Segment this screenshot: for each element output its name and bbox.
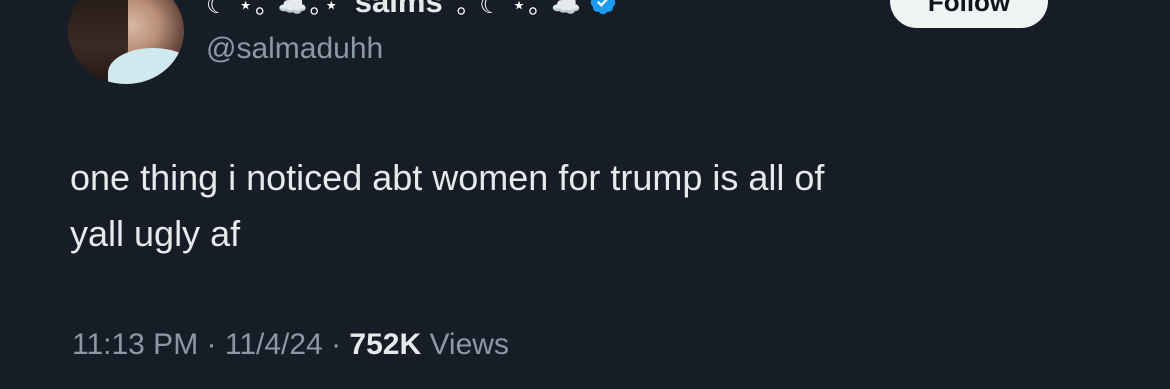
- tweet-text-line: one thing i noticed abt women for trump …: [70, 157, 825, 198]
- views-count[interactable]: 752K: [349, 328, 421, 361]
- user-handle[interactable]: @salmaduhh: [206, 32, 383, 66]
- tweet-date[interactable]: 11/4/24: [225, 328, 323, 361]
- avatar[interactable]: [68, 0, 184, 84]
- views-label: Views: [421, 328, 509, 361]
- name-decoration-left: ☾ ⋆｡ ☁️｡⋆: [206, 0, 341, 19]
- display-name-row[interactable]: ☾ ⋆｡ ☁️｡⋆ salms ｡ ☾ ⋆｡ ☁️: [206, 0, 617, 20]
- meta-separator: ·: [198, 328, 225, 361]
- meta-separator: ·: [322, 328, 350, 361]
- tweet-text: one thing i noticed abt women for trump …: [70, 150, 1050, 262]
- follow-button[interactable]: Follow: [890, 0, 1048, 28]
- verified-badge-icon[interactable]: [589, 0, 617, 16]
- tweet-time[interactable]: 11:13 PM: [72, 328, 198, 361]
- name-decoration-right: ｡ ☾ ⋆｡ ☁️: [456, 0, 584, 19]
- tweet-meta: 11:13 PM · 11/4/24 · 752K Views: [72, 328, 509, 362]
- display-name[interactable]: salms: [355, 0, 443, 20]
- tweet-card: ☾ ⋆｡ ☁️｡⋆ salms ｡ ☾ ⋆｡ ☁️ @salmaduhh Fol…: [0, 0, 1170, 389]
- tweet-text-line: yall ugly af: [70, 213, 241, 254]
